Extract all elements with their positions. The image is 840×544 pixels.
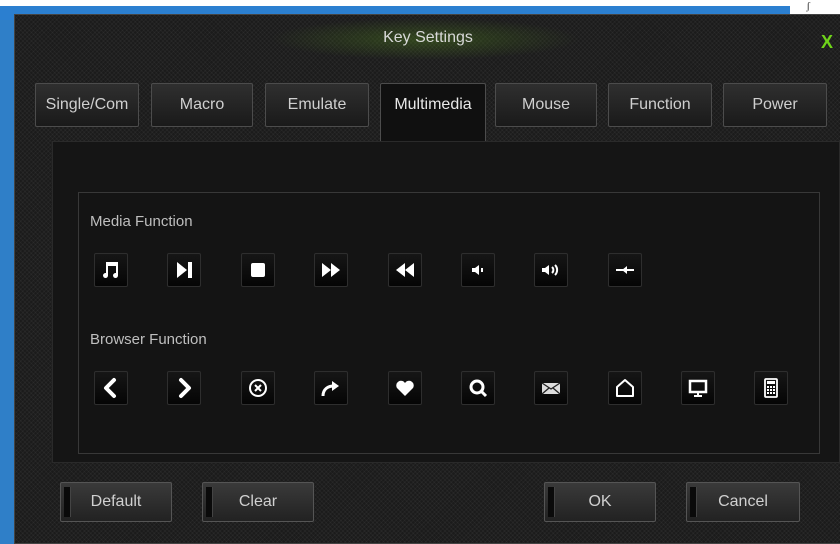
tab-macro[interactable]: Macro — [151, 83, 253, 127]
tab-multimedia[interactable]: Multimedia — [380, 83, 486, 143]
tab-single-com[interactable]: Single/Com — [35, 83, 139, 127]
default-button-label: Default — [90, 493, 142, 510]
music-note-icon[interactable] — [94, 253, 128, 287]
mail-icon[interactable] — [534, 371, 568, 405]
key-settings-dialog: Key Settings X Single/Com Macro Emulate … — [14, 14, 840, 544]
rewind-icon[interactable] — [388, 253, 422, 287]
play-next-icon[interactable] — [167, 253, 201, 287]
dialog-title: Key Settings — [383, 29, 473, 46]
ok-button[interactable]: OK — [544, 482, 656, 522]
tab-mouse[interactable]: Mouse — [495, 83, 597, 127]
calculator-icon[interactable] — [754, 371, 788, 405]
title-bar: Key Settings X — [15, 15, 840, 63]
browser-function-label: Browser Function — [90, 331, 207, 348]
cancel-button[interactable]: Cancel — [686, 482, 800, 522]
corner-glyph: ʃ — [806, 0, 810, 12]
fast-forward-icon[interactable] — [314, 253, 348, 287]
multimedia-panel: Media Function Browser Function — [52, 141, 840, 463]
clear-button[interactable]: Clear — [202, 482, 314, 522]
function-group: Media Function Browser Function — [78, 192, 820, 454]
tab-bar: Single/Com Macro Emulate Multimedia Mous… — [35, 83, 835, 143]
clear-button-label: Clear — [238, 493, 278, 510]
volume-down-icon[interactable] — [461, 253, 495, 287]
tab-emulate[interactable]: Emulate — [265, 83, 369, 127]
stop-icon[interactable] — [241, 253, 275, 287]
ok-button-label: OK — [588, 493, 612, 510]
back-arrow-icon[interactable] — [94, 371, 128, 405]
my-computer-icon[interactable] — [681, 371, 715, 405]
favorites-heart-icon[interactable] — [388, 371, 422, 405]
default-button[interactable]: Default — [60, 482, 172, 522]
search-icon[interactable] — [461, 371, 495, 405]
tab-function[interactable]: Function — [608, 83, 712, 127]
media-function-label: Media Function — [90, 213, 193, 230]
refresh-arrow-icon[interactable] — [314, 371, 348, 405]
mute-icon[interactable] — [608, 253, 642, 287]
close-button[interactable]: X — [821, 32, 833, 53]
stop-circle-icon[interactable] — [241, 371, 275, 405]
cancel-button-label: Cancel — [718, 493, 768, 510]
volume-up-icon[interactable] — [534, 253, 568, 287]
forward-arrow-icon[interactable] — [167, 371, 201, 405]
home-icon[interactable] — [608, 371, 642, 405]
tab-power[interactable]: Power — [723, 83, 827, 127]
